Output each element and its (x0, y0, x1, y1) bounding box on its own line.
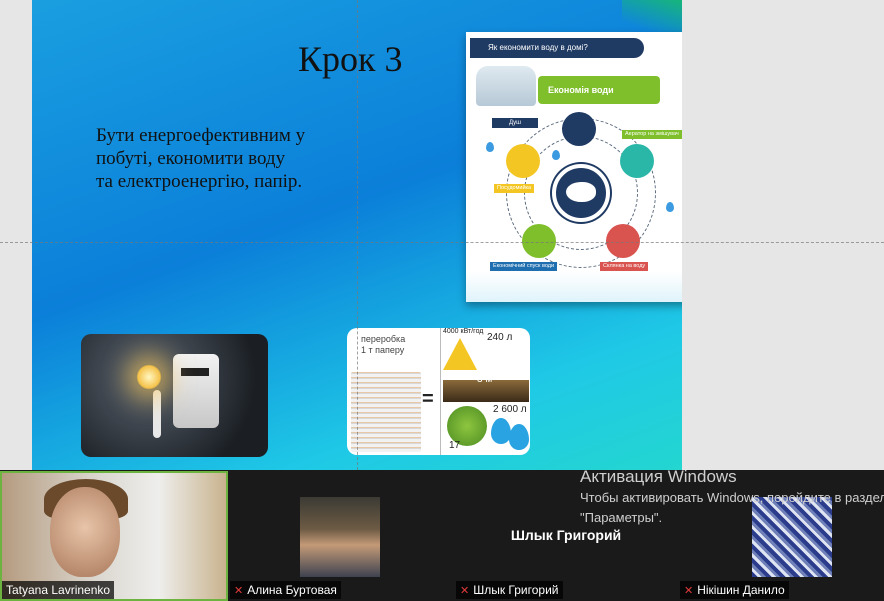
paper-caption-line2: 1 т паперу (361, 345, 405, 355)
participant-tile-self[interactable]: Tatyana Lavrinenko (0, 471, 228, 601)
participant-name: ✕ Нікішин Данило (680, 581, 789, 599)
windows-activation-watermark: Активация Windows Чтобы активировать Win… (580, 466, 884, 528)
glass-icon (606, 224, 640, 258)
drop-icon (486, 142, 494, 152)
divider (440, 328, 441, 455)
activation-title: Активация Windows (580, 467, 737, 486)
label-glass: Склянка на воду (600, 262, 649, 271)
drop-icon (666, 202, 674, 212)
slide-body-text: Бути енергоефективним у побуті, економит… (96, 125, 306, 192)
paper-caption-line1: переробка (361, 334, 406, 344)
electric-meter-photo (81, 334, 268, 457)
participant-name-text: Tatyana Lavrinenko (6, 583, 111, 597)
dishwasher-icon (506, 144, 540, 178)
water-drop-icon (491, 418, 511, 444)
water-drop-icon (509, 424, 529, 450)
label-toilet: Економічний спуск води (490, 262, 558, 271)
mic-off-icon: ✕ (234, 585, 244, 597)
toilet-icon (522, 224, 556, 258)
paper-recycling-image: переробка 1 т паперу = 4000 кВт/год 240 … (347, 328, 530, 455)
participant-name: Tatyana Lavrinenko (2, 581, 115, 599)
paper-stack (351, 372, 421, 452)
paper-caption: переробка 1 т паперу (361, 334, 405, 356)
mic-off-icon: ✕ (460, 585, 470, 597)
mic-off-icon: ✕ (684, 585, 694, 597)
participant-name-text: Алина Буртовая (247, 583, 337, 597)
label-shower: Душ (492, 118, 538, 128)
water-saving-infographic: Як економити воду в домі? Економія води … (466, 32, 682, 302)
shower-icon (562, 112, 596, 146)
shared-screen: Крок 3 Бути енергоефективним у побуті, е… (0, 0, 884, 470)
participant-name-text: Нікішин Данило (697, 583, 785, 597)
activation-text: Чтобы активировать Windows, перейдите в … (580, 490, 884, 525)
energy-value: 4000 кВт/год (443, 328, 484, 335)
soil-value: 3 м³ (477, 374, 496, 385)
equals-sign: = (422, 388, 434, 410)
participant-display-name: Шлык Григорий (510, 527, 622, 543)
faucet-icon (620, 144, 654, 178)
participant-name: ✕ Шлык Григорий (456, 581, 563, 599)
trees-value: 17 (449, 440, 461, 451)
slide-title: Крок 3 (298, 39, 403, 79)
infographic-bubble: Економія води (538, 76, 660, 104)
high-voltage-icon (443, 338, 477, 370)
tap-icon (476, 66, 536, 106)
guide-line-vertical (357, 0, 358, 470)
drop-icon (552, 150, 560, 160)
participant-name-text: Шлык Григорий (473, 583, 559, 597)
piggy-shape (566, 182, 596, 202)
water-value: 2 600 л (493, 404, 527, 415)
avatar (300, 497, 380, 577)
guide-line-horizontal (0, 242, 884, 243)
figure-shape (153, 390, 161, 438)
oil-value: 240 л (487, 332, 513, 343)
lightbulb-icon (136, 364, 162, 390)
infographic-footer (466, 272, 682, 302)
participant-face (50, 487, 120, 577)
participant-name: ✕ Алина Буртовая (230, 581, 341, 599)
label-dishwasher: Посудомийка (494, 184, 535, 193)
participant-tile[interactable]: ✕ Алина Буртовая (228, 471, 454, 601)
infographic-header: Як економити воду в домі? (470, 38, 644, 58)
label-aerator: Аератор на змішувач (622, 130, 682, 139)
meter-display (181, 368, 209, 376)
meter-body (173, 354, 219, 428)
